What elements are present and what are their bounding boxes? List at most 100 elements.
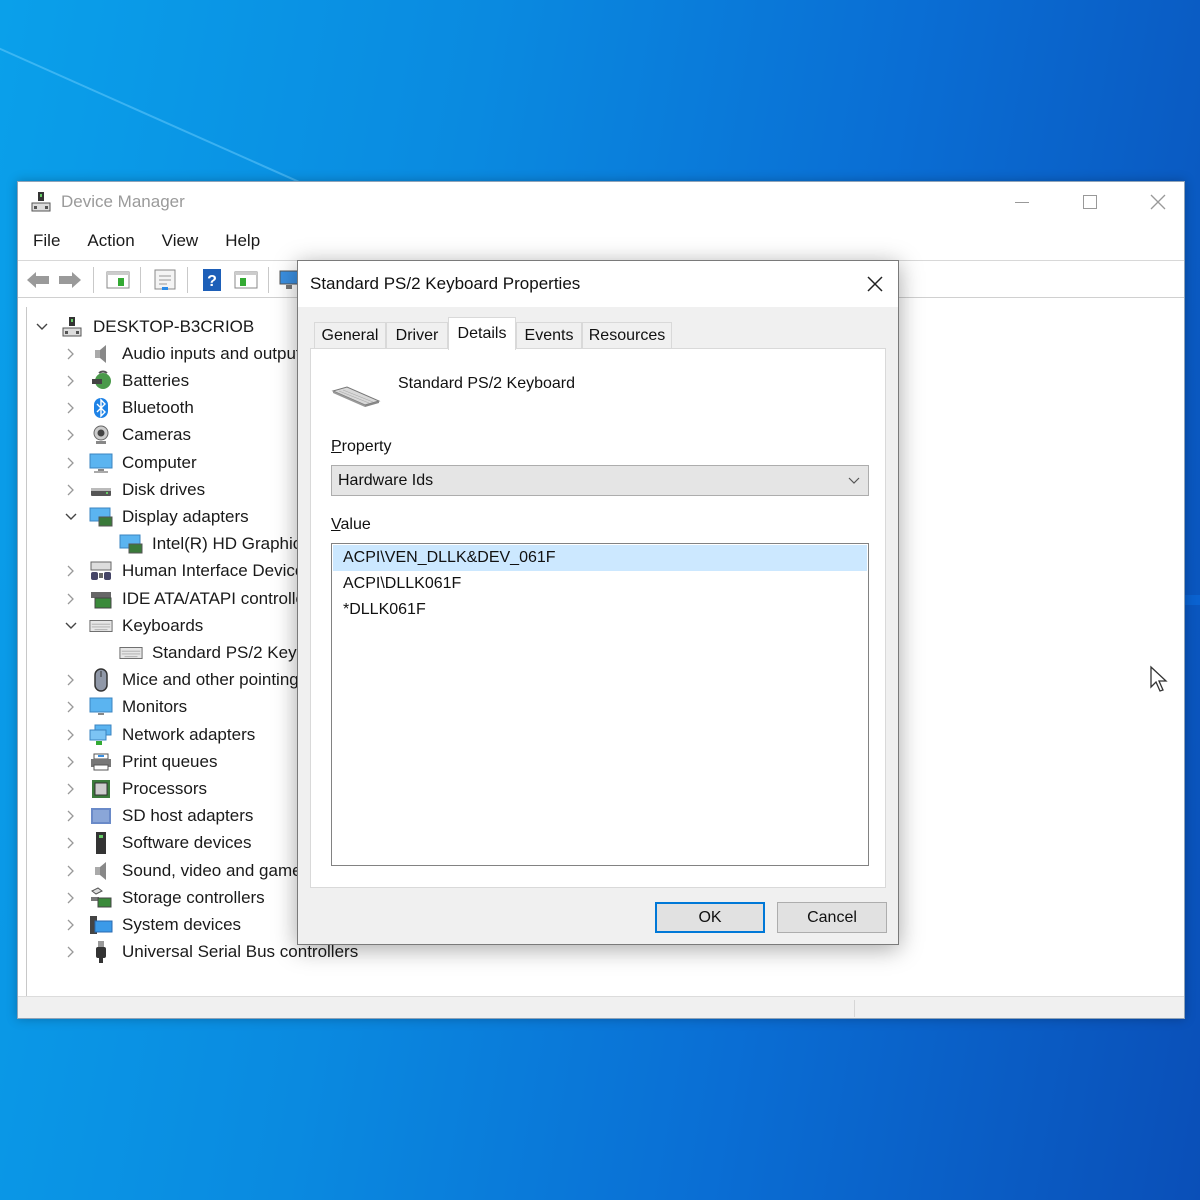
tab-events[interactable]: Events [516, 322, 582, 349]
chevron-right-icon[interactable] [62, 916, 80, 934]
tab-general[interactable]: General [314, 322, 386, 349]
monitor-icon [89, 696, 113, 718]
minimize-button[interactable] [988, 182, 1056, 222]
chevron-down-icon[interactable] [62, 508, 80, 526]
chevron-right-icon[interactable] [62, 590, 80, 608]
tree-category-item[interactable]: Network adapters [62, 721, 255, 748]
property-dropdown-value: Hardware Ids [338, 472, 434, 489]
chevron-right-icon[interactable] [62, 372, 80, 390]
tree-category-item[interactable]: Print queues [62, 748, 217, 775]
menu-action[interactable]: Action [72, 228, 146, 254]
printer-icon [89, 751, 113, 773]
network-adapter-icon [89, 724, 113, 746]
tree-category-item[interactable]: SD host adapters [62, 803, 253, 830]
chevron-right-icon[interactable] [62, 562, 80, 580]
chevron-down-icon [846, 466, 862, 495]
details-panel: Standard PS/2 Keyboard Property Hardware… [310, 348, 886, 888]
chevron-right-icon[interactable] [62, 481, 80, 499]
back-icon [27, 272, 49, 288]
tree-category-item[interactable]: Monitors [62, 694, 187, 721]
tree-root[interactable]: DESKTOP-B3CRIOB [33, 313, 254, 340]
tree-category-item[interactable]: Keyboards [62, 612, 203, 639]
properties-button[interactable] [151, 266, 179, 294]
tree-category-item[interactable]: Disk drives [62, 476, 205, 503]
chevron-right-icon[interactable] [62, 698, 80, 716]
chevron-right-icon[interactable] [62, 726, 80, 744]
tree-category-item[interactable]: Storage controllers [62, 884, 265, 911]
property-accelerator: P [331, 438, 342, 455]
menu-file[interactable]: File [18, 228, 72, 254]
tab-driver[interactable]: Driver [386, 322, 448, 349]
chevron-right-icon[interactable] [62, 454, 80, 472]
tree-item-label: Disk drives [122, 479, 206, 499]
close-button[interactable] [1124, 182, 1192, 222]
help-button[interactable]: ? [198, 266, 226, 294]
chevron-right-icon[interactable] [62, 834, 80, 852]
ok-button[interactable]: OK [655, 902, 765, 933]
tree-item-label: Audio inputs and outputs [122, 343, 310, 363]
keyboard-icon [89, 615, 113, 637]
menu-help[interactable]: Help [210, 228, 272, 254]
usb-icon [89, 941, 113, 964]
chevron-right-icon[interactable] [62, 807, 80, 825]
chevron-right-icon[interactable] [62, 889, 80, 907]
tab-details[interactable]: Details [448, 317, 516, 350]
tree-category-item[interactable]: Computer [62, 449, 197, 476]
tree-category-item[interactable]: Cameras [62, 422, 191, 449]
tree-category-item[interactable]: Batteries [62, 367, 189, 394]
storage-controller-icon [89, 887, 113, 909]
tree-category-item[interactable]: System devices [62, 911, 241, 938]
tree-item-label: SD host adapters [122, 806, 254, 826]
maximize-button[interactable] [1056, 182, 1124, 222]
show-hide-console-tree-button[interactable] [104, 266, 132, 294]
property-dropdown[interactable]: Hardware Ids [331, 465, 869, 496]
mouse-icon [89, 668, 113, 692]
chevron-right-icon[interactable] [62, 399, 80, 417]
camera-icon [89, 424, 113, 446]
dialog-close-button[interactable] [852, 261, 898, 307]
chevron-right-icon[interactable] [62, 780, 80, 798]
tree-child-item[interactable]: Intel(R) HD Graphics [119, 531, 310, 558]
speaker-icon [89, 343, 113, 365]
keyboard-icon [331, 386, 381, 407]
value-list-item[interactable]: ACPI\VEN_DLLK&DEV_061F [333, 545, 867, 571]
tree-item-label: Cameras [122, 425, 191, 445]
chevron-down-icon[interactable] [62, 617, 80, 635]
value-label-rest: alue [340, 516, 371, 533]
value-list-item[interactable]: *DLLK061F [333, 597, 867, 623]
minimize-icon [1015, 201, 1029, 203]
forward-button[interactable] [56, 266, 84, 294]
chevron-right-icon[interactable] [62, 671, 80, 689]
menu-view[interactable]: View [147, 228, 211, 254]
back-button[interactable] [24, 266, 52, 294]
tree-category-item[interactable]: Processors [62, 775, 207, 802]
dialog-title-bar[interactable]: Standard PS/2 Keyboard Properties [298, 261, 898, 307]
tree-category-item[interactable]: Bluetooth [62, 395, 194, 422]
show-hide-action-pane-button[interactable] [232, 266, 260, 294]
close-icon [867, 276, 883, 292]
chevron-right-icon[interactable] [62, 426, 80, 444]
chevron-right-icon[interactable] [62, 345, 80, 363]
hid-icon [89, 560, 113, 582]
chevron-down-icon[interactable] [33, 318, 51, 336]
status-bar-divider [854, 1000, 855, 1017]
value-list-item[interactable]: ACPI\DLLK061F [333, 571, 867, 597]
title-bar[interactable]: Device Manager [18, 182, 1184, 222]
tree-item-label: Computer [122, 452, 197, 472]
bluetooth-icon [89, 397, 113, 419]
show-hide-action-pane-icon [234, 271, 258, 289]
chevron-right-icon[interactable] [62, 862, 80, 880]
tree-category-item[interactable]: Human Interface Devices [62, 558, 313, 585]
cancel-button[interactable]: Cancel [777, 902, 887, 933]
tree-category-item[interactable]: IDE ATA/ATAPI controllers [62, 585, 319, 612]
tab-resources[interactable]: Resources [582, 322, 672, 349]
tree-item-label: Universal Serial Bus controllers [122, 942, 359, 962]
value-list[interactable]: ACPI\VEN_DLLK&DEV_061F ACPI\DLLK061F *DL… [331, 543, 869, 866]
system-device-icon [89, 914, 113, 936]
chevron-right-icon[interactable] [62, 753, 80, 771]
tree-category-item[interactable]: Display adapters [62, 503, 249, 530]
tree-category-item[interactable]: Audio inputs and outputs [62, 340, 309, 367]
tree-item-label: Print queues [122, 751, 218, 771]
tree-category-item[interactable]: Software devices [62, 830, 251, 857]
chevron-right-icon[interactable] [62, 943, 80, 961]
